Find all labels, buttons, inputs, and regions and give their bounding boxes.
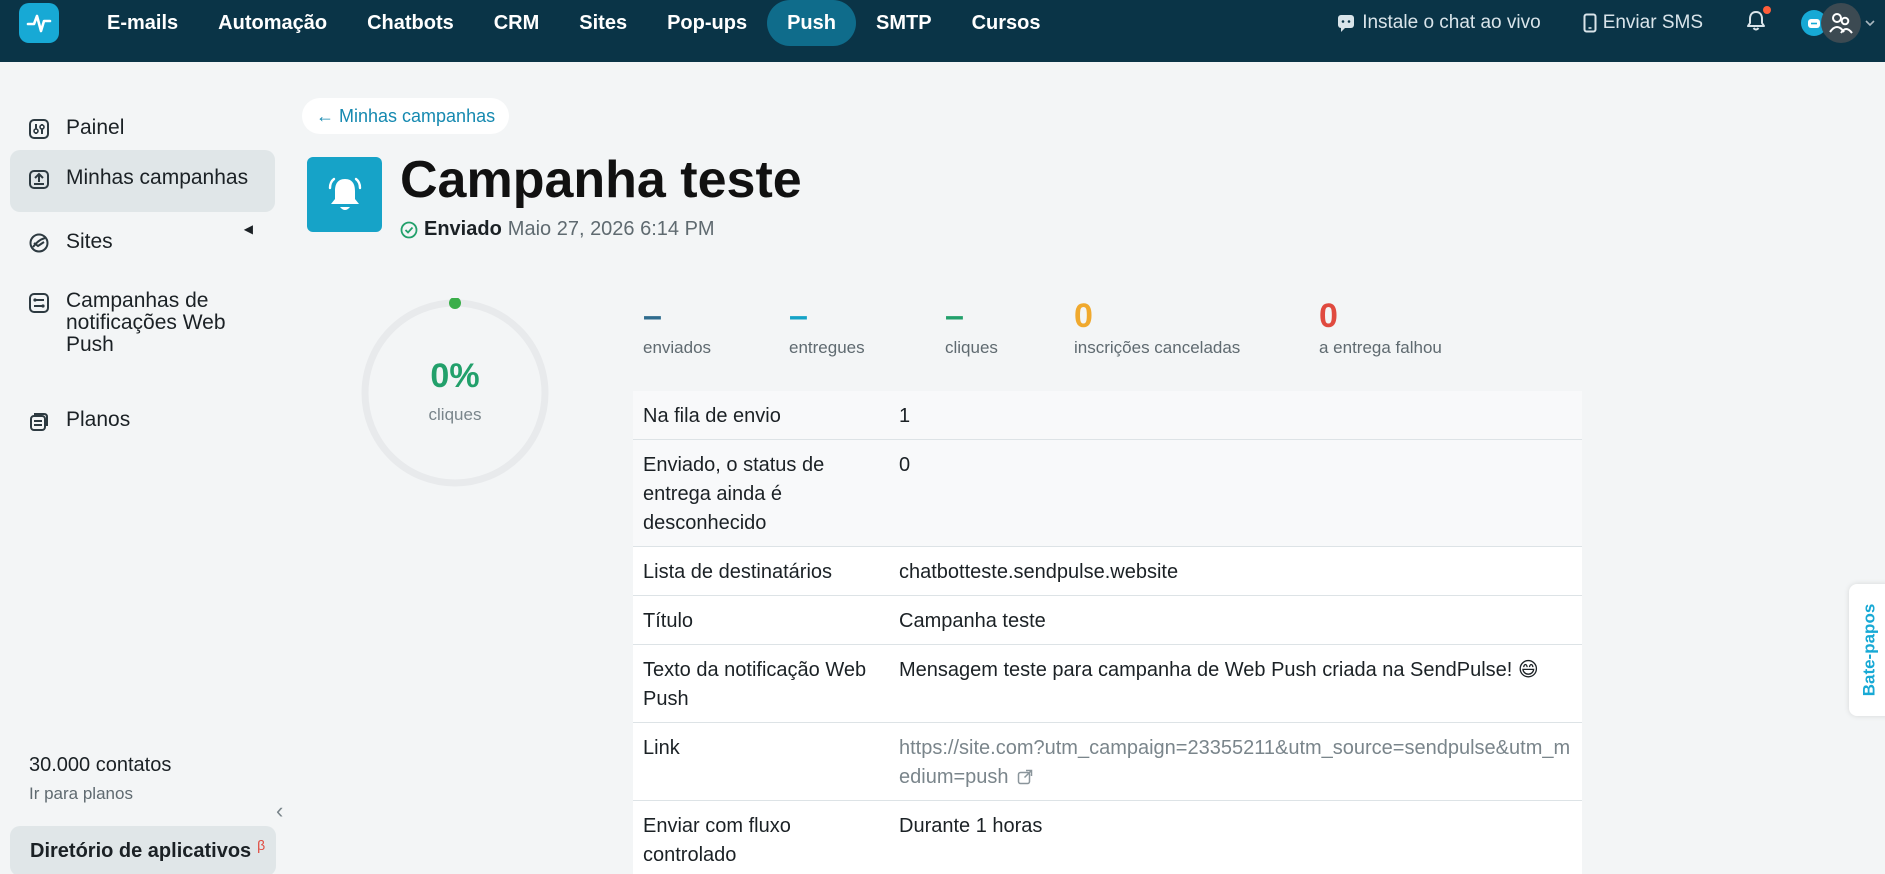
- sendpulse-logo[interactable]: [19, 3, 59, 43]
- nav-automacao[interactable]: Automação: [198, 0, 347, 46]
- row-key: Enviado, o status de entrega ainda é des…: [633, 439, 889, 547]
- notifications-button[interactable]: [1745, 5, 1771, 37]
- caret-left-icon: ◀: [243, 222, 253, 236]
- stat-cliques: – cliques: [945, 298, 998, 358]
- account-menu[interactable]: [1801, 3, 1875, 43]
- webpush-campaigns-icon: [29, 293, 49, 313]
- campaigns-icon: [29, 170, 49, 189]
- row-value: Mensagem teste para campanha de Web Push…: [889, 644, 1582, 723]
- phone-icon: [1583, 13, 1597, 33]
- check-circle-icon: [400, 221, 418, 238]
- chats-tab[interactable]: Bate-papos: [1849, 584, 1885, 716]
- sidebar-item-planos[interactable]: Planos: [10, 396, 275, 448]
- sidebar-item-label: Planos: [66, 408, 131, 431]
- sidebar-item-label: Sites: [66, 230, 113, 253]
- sidebar-item-sites[interactable]: Sites ◀: [10, 216, 275, 268]
- stat-label: entregues: [789, 338, 865, 357]
- live-chat-link[interactable]: Instale o chat ao vivo: [1336, 12, 1541, 34]
- nav-crm[interactable]: CRM: [474, 0, 560, 46]
- sites-icon: [29, 233, 49, 253]
- row-value: 0: [889, 439, 1582, 547]
- stat-value: 0: [1319, 297, 1338, 335]
- beta-badge: β: [257, 837, 266, 853]
- go-to-plans-link[interactable]: Ir para planos: [29, 784, 133, 804]
- sidebar-item-minhas-campanhas[interactable]: Minhas campanhas: [10, 150, 275, 212]
- sidebar-item-label: Campanhas de notificações Web Push: [66, 289, 226, 356]
- nav-popups[interactable]: Pop-ups: [647, 0, 767, 46]
- table-row: Na fila de envio 1: [633, 391, 1582, 440]
- stat-enviados: – enviados: [643, 298, 711, 358]
- stat-value: –: [789, 297, 808, 335]
- table-row: Título Campanha teste: [633, 595, 1582, 645]
- table-row: Enviado, o status de entrega ainda é des…: [633, 439, 1582, 547]
- nav-emails[interactable]: E-mails: [88, 0, 198, 46]
- campaign-details-table: Na fila de envio 1 Enviado, o status de …: [633, 391, 1582, 874]
- sidebar-item-painel[interactable]: Painel: [10, 103, 275, 155]
- dashboard-icon: [29, 119, 49, 139]
- row-key: Título: [633, 595, 889, 645]
- page-title: Campanha teste: [400, 151, 802, 209]
- nav-cursos[interactable]: Cursos: [952, 0, 1061, 46]
- live-chat-label: Instale o chat ao vivo: [1362, 12, 1541, 33]
- user-avatar-icon: [1821, 3, 1861, 43]
- row-value: chatbotteste.sendpulse.website: [889, 546, 1582, 596]
- chats-tab-label: Bate-papos: [1859, 603, 1879, 697]
- nav-chatbots[interactable]: Chatbots: [347, 0, 474, 46]
- app-directory-label: Diretório de aplicativos: [30, 839, 252, 862]
- back-to-campaigns-button[interactable]: ← Minhas campanhas: [302, 98, 510, 134]
- row-value-link[interactable]: https://site.com?utm_campaign=23355211&u…: [889, 722, 1582, 801]
- stat-entrega-falhou: 0 a entrega falhou: [1319, 298, 1442, 358]
- collapse-sidebar-icon[interactable]: ‹: [276, 798, 283, 824]
- stat-value: 0: [1074, 297, 1093, 335]
- main-nav: E-mails Automação Chatbots CRM Sites Pop…: [88, 0, 1060, 46]
- notification-dot: [1763, 5, 1771, 14]
- row-key: Link: [633, 722, 889, 801]
- row-key: Texto da notificação Web Push: [633, 644, 889, 723]
- nav-sites[interactable]: Sites: [559, 0, 647, 46]
- stat-label: cliques: [945, 338, 998, 357]
- sidebar-item-label: Minhas campanhas: [66, 166, 249, 189]
- contacts-count: 30.000 contatos: [29, 754, 172, 776]
- status-label: Enviado: [424, 218, 502, 240]
- push-campaign-icon: [307, 157, 382, 232]
- row-key: Enviar com fluxo controlado: [633, 800, 889, 874]
- campaign-link[interactable]: https://site.com?utm_campaign=23355211&u…: [899, 737, 1570, 788]
- stat-inscricoes-canceladas: 0 inscrições canceladas: [1074, 298, 1240, 358]
- send-sms-label: Enviar SMS: [1602, 12, 1703, 33]
- external-link-icon[interactable]: [1017, 769, 1033, 785]
- stat-value: –: [643, 297, 662, 335]
- campaign-status: Enviado Maio 27, 2026 6:14 PM: [400, 218, 715, 241]
- chevron-down-icon: [1865, 20, 1875, 27]
- stat-label: a entrega falhou: [1319, 338, 1442, 357]
- nav-push[interactable]: Push: [767, 0, 856, 46]
- row-value: Durante 1 horas: [889, 800, 1582, 874]
- app-directory-button[interactable]: Diretório de aplicativos β: [10, 826, 276, 874]
- sidebar-item-label: Painel: [66, 116, 125, 139]
- plans-icon: [30, 413, 48, 431]
- row-key: Na fila de envio: [633, 391, 889, 440]
- stat-entregues: – entregues: [789, 298, 865, 358]
- clicks-percent-label: cliques: [428, 405, 482, 424]
- row-key: Lista de destinatários: [633, 546, 889, 596]
- nav-smtp[interactable]: SMTP: [856, 0, 952, 46]
- stat-value: –: [945, 297, 964, 335]
- row-value: 1: [889, 391, 1582, 440]
- row-value: Campanha teste: [889, 595, 1582, 645]
- sidebar: Painel Minhas campanhas Sites ◀ Campanha…: [0, 62, 285, 874]
- sent-date: Maio 27, 2026 6:14 PM: [507, 218, 715, 240]
- table-row: Enviar com fluxo controlado Durante 1 ho…: [633, 800, 1582, 874]
- chat-icon: [1338, 15, 1355, 32]
- nav-right: Instale o chat ao vivo Enviar SMS: [1336, 0, 1885, 46]
- stat-label: inscrições canceladas: [1074, 338, 1241, 357]
- sidebar-item-webpush-campaigns[interactable]: Campanhas de notificações Web Push: [10, 290, 275, 370]
- send-sms-link[interactable]: Enviar SMS: [1583, 12, 1703, 34]
- table-row: Lista de destinatários chatbotteste.send…: [633, 546, 1582, 596]
- table-row: Texto da notificação Web Push Mensagem t…: [633, 644, 1582, 723]
- clicks-percent: 0%: [430, 357, 480, 395]
- table-row: Link https://site.com?utm_campaign=23355…: [633, 722, 1582, 801]
- top-navbar: E-mails Automação Chatbots CRM Sites Pop…: [0, 0, 1885, 62]
- stat-label: enviados: [643, 338, 712, 357]
